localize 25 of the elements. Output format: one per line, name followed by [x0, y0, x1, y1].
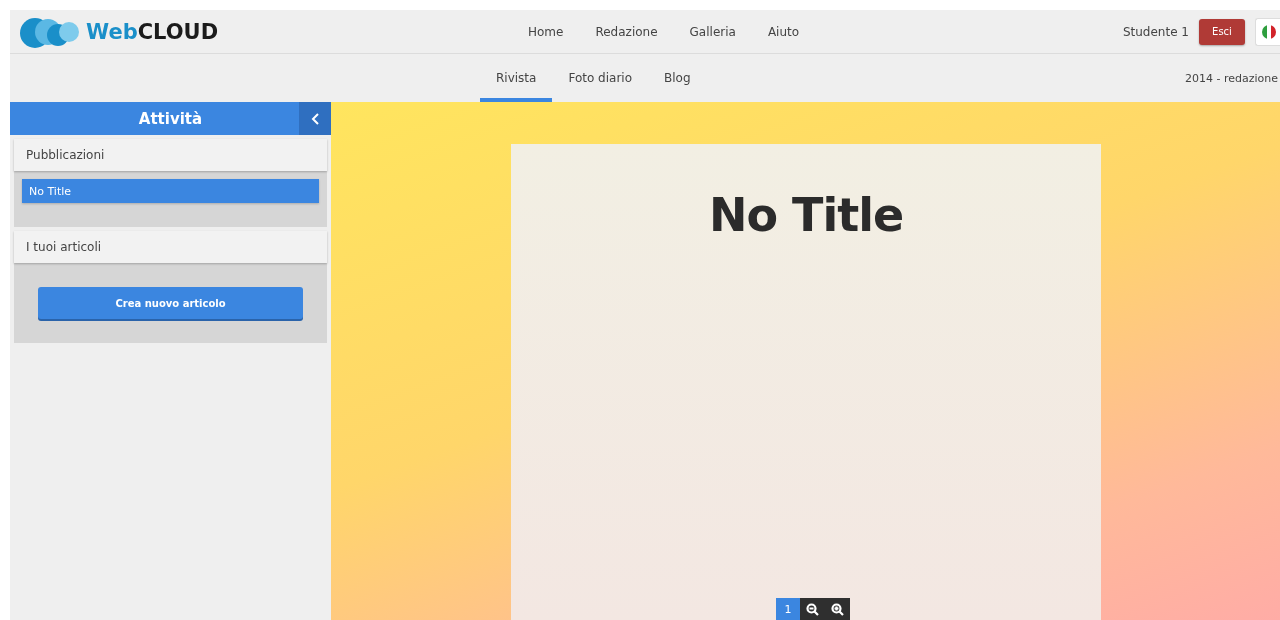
zoom-out-button[interactable]: [800, 598, 825, 620]
nav-link[interactable]: Home: [528, 24, 564, 39]
zoom-in-button[interactable]: [825, 598, 850, 620]
zoom-in-icon: [831, 602, 844, 616]
collapse-button[interactable]: [299, 102, 331, 135]
page-title: No Title: [708, 188, 904, 242]
section-header[interactable]: I tuoi articoli: [14, 231, 327, 263]
edition-label: 2014 - redazione: [1184, 71, 1278, 85]
nav-link[interactable]: Galleria: [689, 24, 736, 39]
sidebar-title: Attività: [137, 109, 204, 128]
logo-text: WebCLOUD: [86, 19, 219, 44]
nav-link[interactable]: Aiuto: [767, 24, 800, 39]
logout-button[interactable]: Esci: [1199, 18, 1245, 45]
create-article-button[interactable]: Crea nuovo articolo: [38, 287, 303, 319]
list-item[interactable]: No Title: [22, 179, 319, 203]
section-header[interactable]: Pubblicazioni: [14, 139, 327, 171]
chevron-left-icon: [311, 112, 319, 125]
nav-link[interactable]: Redazione: [595, 24, 658, 39]
tab[interactable]: Blog: [648, 54, 707, 102]
flag-icon: [1262, 24, 1276, 39]
page-number[interactable]: 1: [776, 598, 800, 620]
language-button[interactable]: [1255, 17, 1280, 46]
tab[interactable]: Foto diario: [552, 54, 648, 102]
user-name: Studente 1: [1122, 24, 1189, 39]
zoom-out-icon: [806, 602, 819, 616]
